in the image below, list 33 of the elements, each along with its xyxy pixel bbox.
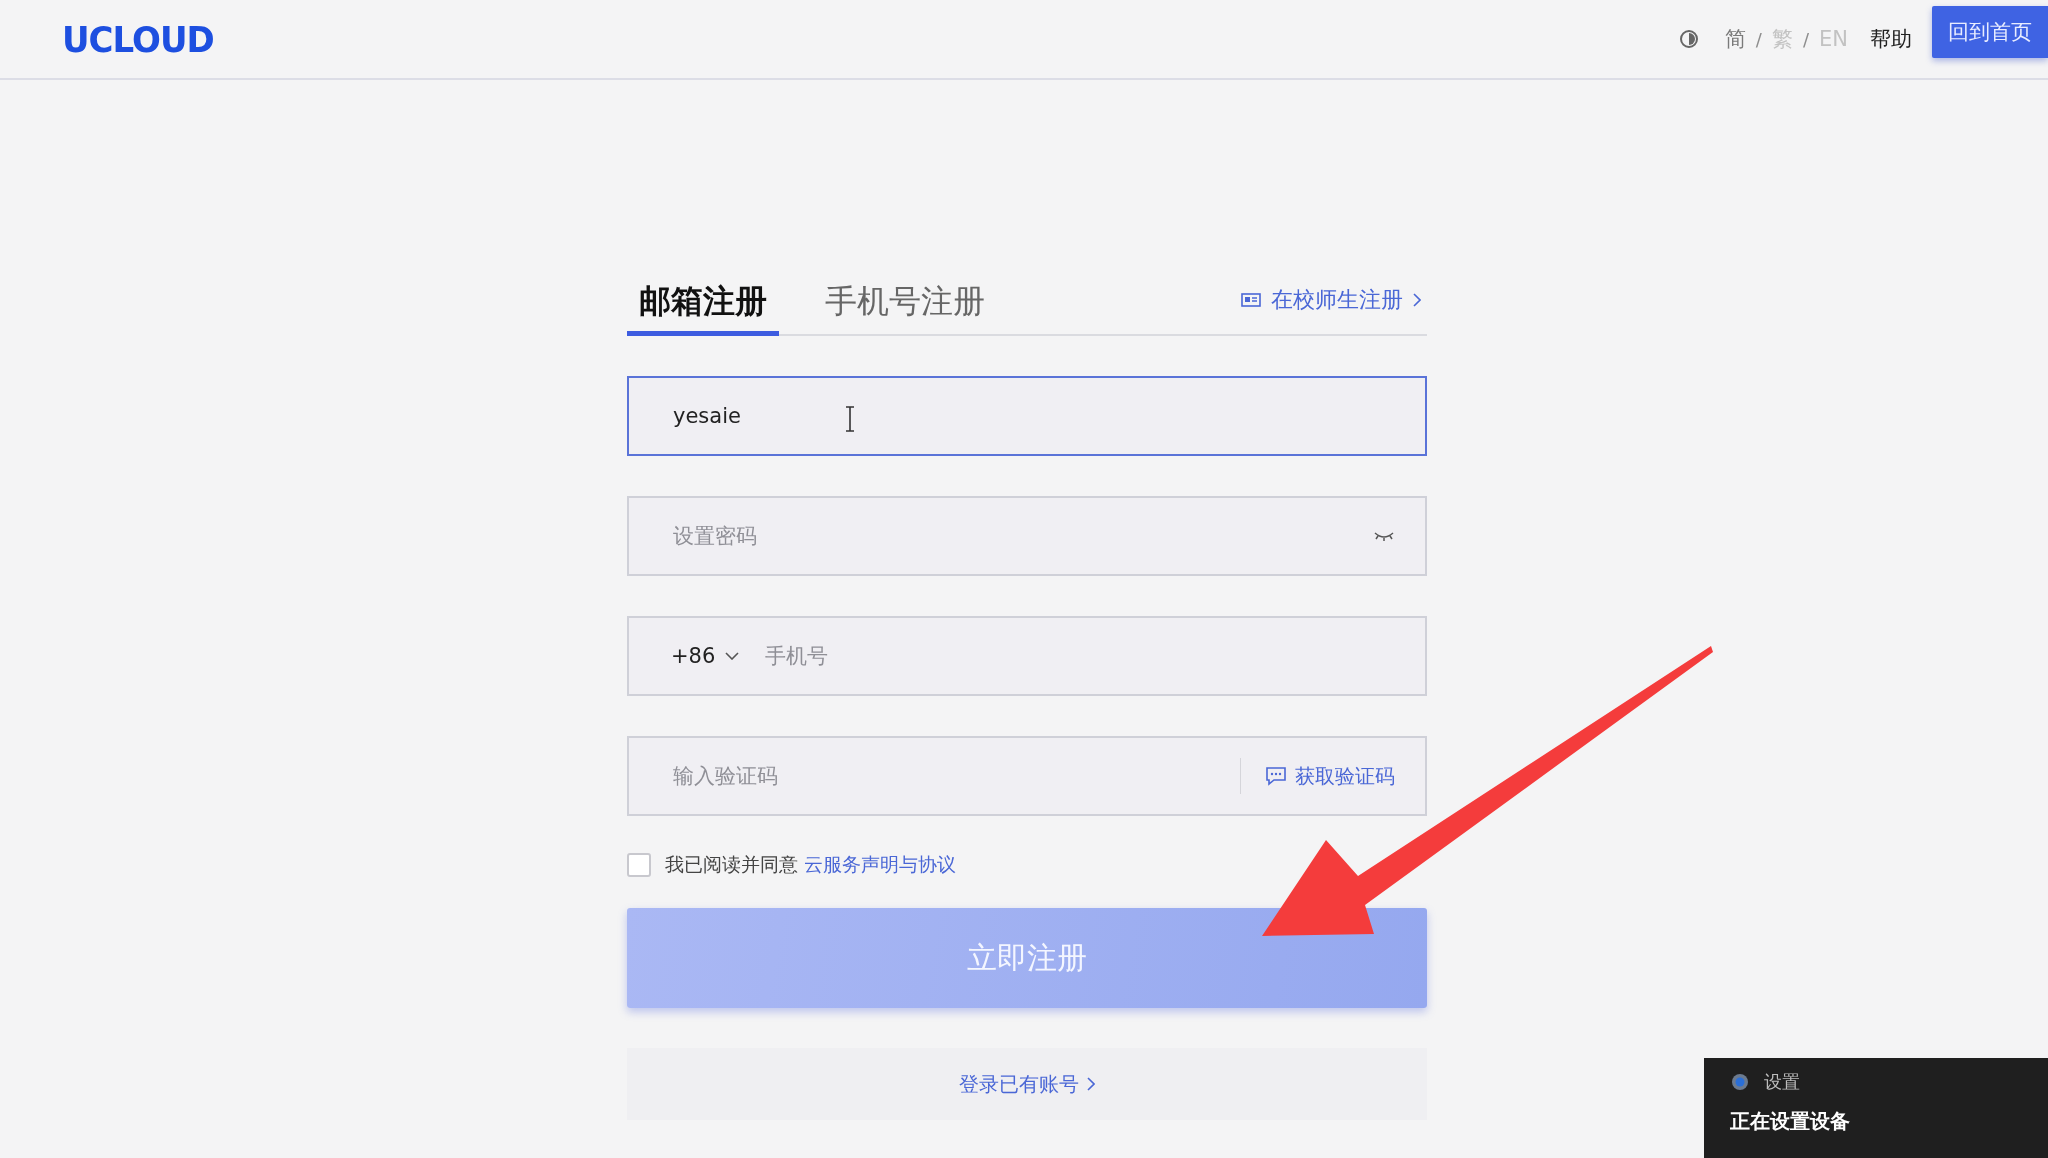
notification-app-name: 设置 [1764, 1070, 1800, 1094]
id-card-icon [1241, 292, 1261, 308]
separator: / [1755, 28, 1762, 50]
login-link[interactable]: 登录已有账号 [959, 1070, 1095, 1098]
country-code-dropdown[interactable]: +86 [671, 644, 740, 668]
separator: / [1802, 28, 1809, 50]
chevron-right-icon [1087, 1077, 1095, 1091]
chevron-down-icon [725, 652, 740, 660]
tab[interactable]: 邮箱注册 [627, 267, 779, 336]
phone-input[interactable]: 手机号 [763, 643, 1395, 669]
contrast-icon[interactable] [1678, 29, 1699, 49]
phone-field[interactable]: +86 手机号 [627, 616, 1427, 696]
language-option[interactable]: 简 [1724, 25, 1746, 53]
email-input[interactable]: yesaie [671, 403, 1395, 429]
agreement-checkbox[interactable] [627, 853, 651, 877]
text-cursor-icon [845, 406, 855, 432]
agreement-text: 我已阅读并同意 [665, 852, 798, 877]
campus-register-link[interactable]: 在校师生注册 [1241, 285, 1421, 315]
logo[interactable]: UCLOUD [62, 18, 214, 60]
help-link[interactable]: 帮助 [1870, 25, 1912, 53]
password-field[interactable]: 设置密码 [627, 496, 1427, 576]
home-button[interactable]: 回到首页 [1932, 6, 2048, 58]
chat-bubble-icon [1265, 766, 1287, 786]
tab[interactable]: 手机号注册 [813, 267, 997, 336]
verification-code-field[interactable]: 输入验证码 获取验证码 [627, 736, 1427, 816]
get-code-button[interactable]: 获取验证码 [1265, 762, 1395, 790]
email-field[interactable]: yesaie [627, 376, 1427, 456]
agreement-link[interactable]: 云服务声明与协议 [804, 852, 956, 878]
code-input[interactable]: 输入验证码 [671, 763, 1216, 789]
notification-message: 正在设置设备 [1730, 1108, 1851, 1135]
chevron-right-icon [1413, 293, 1421, 307]
eye-closed-icon[interactable] [1373, 530, 1395, 542]
password-input[interactable]: 设置密码 [671, 523, 1373, 549]
